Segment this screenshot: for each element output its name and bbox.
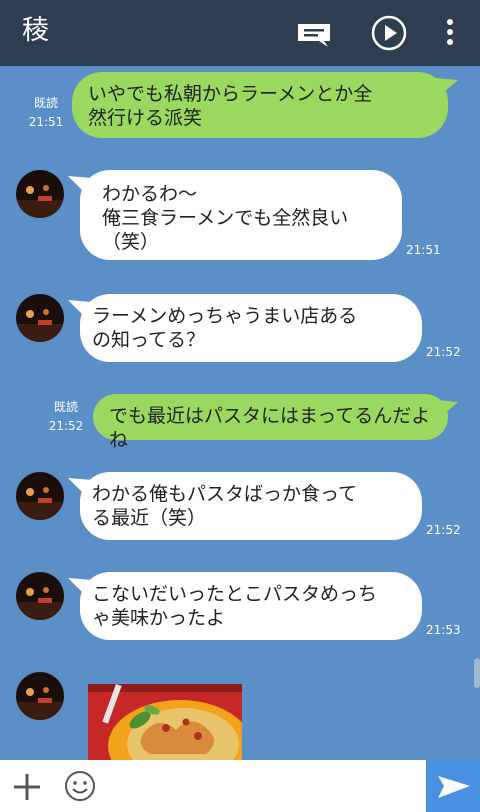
message-text-line: る最近（笑） (92, 507, 207, 529)
incoming-message[interactable]: こないだいったとこパスタめっち ゃ美味かったよ (68, 572, 422, 640)
avatar[interactable] (16, 294, 64, 342)
message-meta: 既読 21:52 (44, 398, 88, 436)
message-time: 21:51 (28, 115, 64, 129)
outgoing-message[interactable]: いやでも私朝からラーメンとか全 然行ける派笑 (72, 72, 458, 138)
message-text-line: 俺三食ラーメンでも全然良い（笑） (102, 207, 349, 253)
play-circle-icon[interactable] (370, 14, 408, 52)
outgoing-message[interactable]: でも最近はパスタにはまってるんだよね (93, 394, 458, 451)
message-time: 21:52 (48, 419, 84, 433)
message-text-line: いやでも私朝からラーメンとか全 (88, 83, 373, 105)
send-icon (438, 776, 470, 798)
avatar[interactable] (16, 472, 64, 520)
message-meta: 既読 21:51 (24, 94, 68, 132)
message-list[interactable]: 既読 21:51 いやでも私朝からラーメンとか全 然行ける派笑 わかるわ〜 俺三… (0, 66, 480, 760)
scroll-indicator[interactable] (474, 658, 480, 688)
incoming-message[interactable]: わかる俺もパスタばっか食って る最近（笑） (68, 472, 422, 540)
read-receipt: 既読 (33, 96, 58, 110)
incoming-message[interactable]: わかるわ〜 俺三食ラーメンでも全然良い（笑） (68, 170, 402, 260)
note-icon[interactable] (295, 14, 333, 52)
chat-header: 稜 (0, 0, 480, 66)
read-receipt: 既読 (53, 400, 78, 414)
message-text-line: ラーメンめっちゃうまい店ある (92, 305, 358, 327)
message-text-line: わかる俺もパスタばっか食って (92, 483, 358, 505)
avatar[interactable] (16, 572, 64, 620)
chat-title: 稜 (22, 15, 49, 46)
message-text-line: でも最近はパスタにはまってるんだよね (109, 405, 431, 451)
message-text-line: こないだいったとこパスタめっち (92, 583, 378, 605)
message-time: 21:51 (406, 243, 441, 257)
message-text-line: の知ってる？ (92, 329, 206, 351)
message-time: 21:52 (426, 345, 461, 359)
smiley-icon[interactable] (64, 770, 96, 802)
more-vert-icon[interactable] (436, 14, 464, 52)
message-text-line: 然行ける派笑 (88, 107, 203, 129)
message-text-line: わかるわ〜 (102, 183, 198, 205)
incoming-message[interactable]: ラーメンめっちゃうまい店ある の知ってる？ (68, 294, 422, 362)
message-time: 21:52 (426, 523, 461, 537)
message-input[interactable] (110, 766, 420, 806)
avatar[interactable] (16, 672, 64, 720)
avatar[interactable] (16, 170, 64, 218)
message-time: 21:53 (426, 623, 461, 637)
pasta-photo[interactable] (88, 684, 242, 760)
send-button[interactable] (426, 760, 480, 812)
message-text-line: ゃ美味かったよ (92, 607, 226, 629)
plus-icon[interactable] (12, 772, 42, 802)
message-composer (0, 760, 480, 812)
